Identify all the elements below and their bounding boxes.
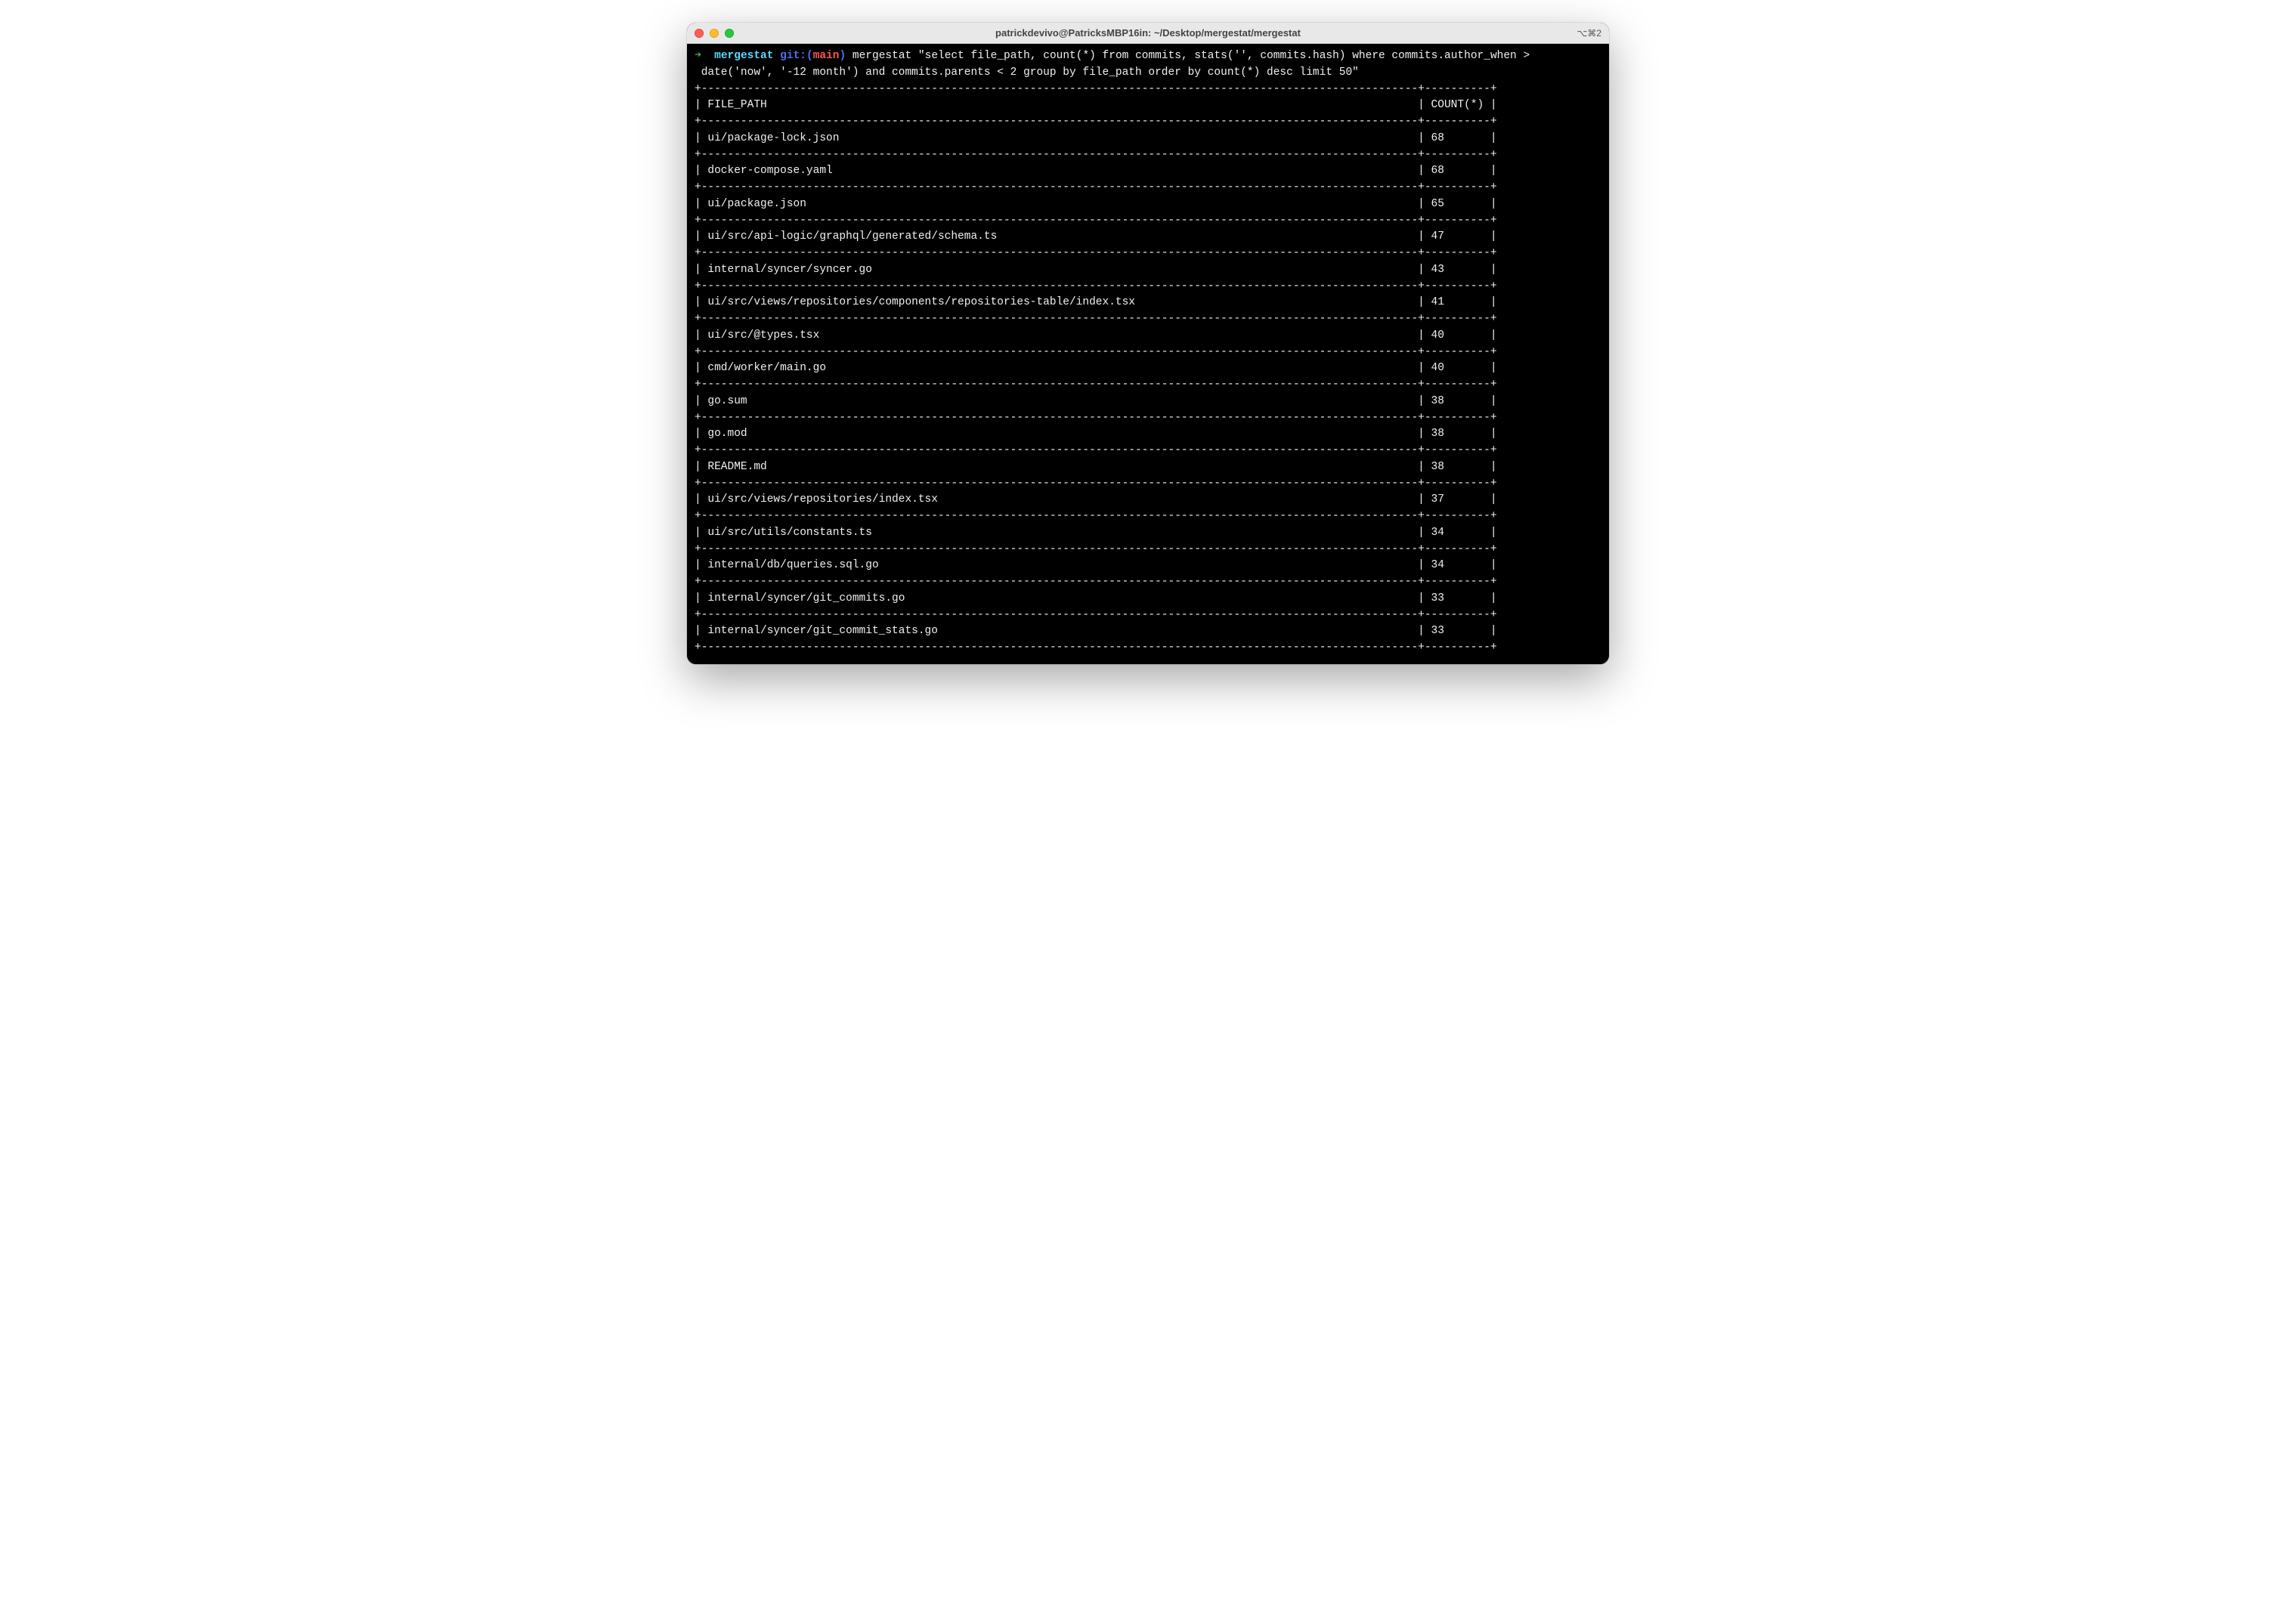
table-separator: +---------------------------------------… [695, 410, 1601, 427]
command-line-1: mergestat "select file_path, count(*) fr… [852, 50, 1530, 62]
prompt-arrow-icon: ➜ [695, 50, 701, 62]
table-row: | ui/src/utils/constants.ts | 34 | [695, 525, 1601, 542]
table-separator: +---------------------------------------… [695, 147, 1601, 164]
traffic-lights [695, 29, 734, 38]
table-row: | docker-compose.yaml | 68 | [695, 163, 1601, 180]
table-row: | ui/src/api-logic/graphql/generated/sch… [695, 229, 1601, 246]
table-row: | internal/syncer/syncer.go | 43 | [695, 262, 1601, 279]
table-separator: +---------------------------------------… [695, 640, 1601, 657]
prompt-git-label: git: [780, 50, 806, 62]
window-shortcut: ⌥⌘2 [1577, 28, 1601, 39]
table-row: | internal/syncer/git_commits.go | 33 | [695, 591, 1601, 608]
table-row: | go.sum | 38 | [695, 394, 1601, 410]
table-header-row: | FILE_PATH | COUNT(*) | [695, 97, 1601, 114]
table-row: | ui/src/@types.tsx | 40 | [695, 328, 1601, 345]
table-row: | cmd/worker/main.go | 40 | [695, 360, 1601, 377]
command-line-2: date('now', '-12 month') and commits.par… [695, 65, 1601, 82]
table-separator: +---------------------------------------… [695, 574, 1601, 591]
table-separator: +---------------------------------------… [695, 213, 1601, 230]
table-separator: +---------------------------------------… [695, 180, 1601, 196]
table-separator: +---------------------------------------… [695, 542, 1601, 558]
prompt-dir: mergestat [714, 50, 773, 62]
minimize-button[interactable] [710, 29, 719, 38]
maximize-button[interactable] [725, 29, 734, 38]
titlebar[interactable]: patrickdevivo@PatricksMBP16in: ~/Desktop… [687, 23, 1609, 44]
table-separator: +---------------------------------------… [695, 377, 1601, 394]
table-separator: +---------------------------------------… [695, 608, 1601, 624]
table-row: | internal/syncer/git_commit_stats.go | … [695, 623, 1601, 640]
table-separator: +---------------------------------------… [695, 443, 1601, 459]
table-separator: +---------------------------------------… [695, 311, 1601, 328]
prompt-branch: main [813, 50, 840, 62]
terminal-window: patrickdevivo@PatricksMBP16in: ~/Desktop… [687, 23, 1609, 664]
prompt-paren-close: ) [840, 50, 846, 62]
table-row: | ui/package-lock.json | 68 | [695, 131, 1601, 147]
table-separator: +---------------------------------------… [695, 345, 1601, 361]
table-row: | go.mod | 38 | [695, 426, 1601, 443]
table-separator: +---------------------------------------… [695, 509, 1601, 525]
table-separator: +---------------------------------------… [695, 246, 1601, 262]
table-row: | internal/db/queries.sql.go | 34 | [695, 558, 1601, 574]
window-title: patrickdevivo@PatricksMBP16in: ~/Desktop… [687, 27, 1609, 39]
table-row: | ui/src/views/repositories/components/r… [695, 295, 1601, 311]
close-button[interactable] [695, 29, 704, 38]
table-separator: +---------------------------------------… [695, 82, 1601, 98]
prompt-paren-open: ( [806, 50, 813, 62]
table-separator: +---------------------------------------… [695, 114, 1601, 131]
table-row: | ui/src/views/repositories/index.tsx | … [695, 492, 1601, 509]
table-row: | README.md | 38 | [695, 459, 1601, 476]
table-separator: +---------------------------------------… [695, 279, 1601, 295]
table-row: | ui/package.json | 65 | [695, 196, 1601, 213]
table-separator: +---------------------------------------… [695, 476, 1601, 493]
terminal-content[interactable]: ➜ mergestat git:(main) mergestat "select… [687, 44, 1609, 664]
